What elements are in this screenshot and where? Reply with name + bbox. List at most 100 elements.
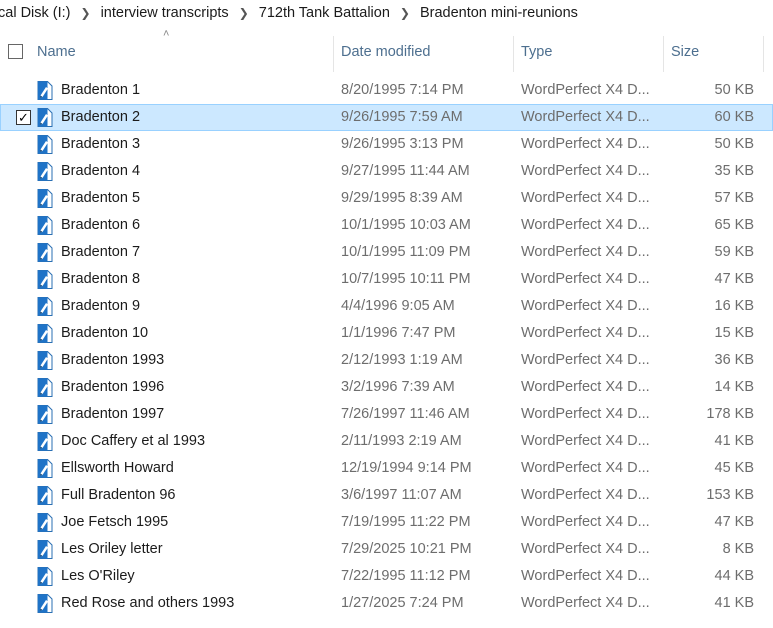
file-type: WordPerfect X4 D... (521, 406, 650, 422)
wordperfect-document-icon (37, 594, 53, 613)
file-date-modified: 3/2/1996 7:39 AM (341, 379, 455, 395)
file-date-modified: 7/29/2025 10:21 PM (341, 541, 472, 557)
file-type: WordPerfect X4 D... (521, 541, 650, 557)
file-row[interactable]: Bradenton 1 8/20/1995 7:14 PM WordPerfect … (0, 77, 773, 104)
file-size: 41 KB (714, 595, 755, 611)
file-row[interactable]: Bradenton 5 9/29/1995 8:39 AM WordPerfect … (0, 185, 773, 212)
wordperfect-document-icon (37, 351, 53, 370)
wordperfect-document-icon (37, 432, 53, 451)
breadcrumb-drive[interactable]: cal Disk (I:) (0, 5, 75, 21)
file-date-modified: 10/1/1995 11:09 PM (341, 244, 471, 260)
column-header-type[interactable]: Type (521, 30, 552, 74)
file-row[interactable]: Ellsworth Howard 12/19/1994 9:14 PM WordPe… (0, 455, 773, 482)
file-type: WordPerfect X4 D... (521, 136, 650, 152)
file-name: Bradenton 1 (61, 82, 141, 98)
column-divider[interactable] (513, 36, 514, 72)
breadcrumb-712th-tank-battalion[interactable]: 712th Tank Battalion (255, 5, 394, 21)
file-type: WordPerfect X4 D... (521, 190, 650, 206)
file-row[interactable]: ✓ Bradenton 2 9/26/1995 7:59 AM WordPerfect… (0, 104, 773, 131)
wordperfect-document-icon (37, 540, 53, 559)
file-name: Bradenton 8 (61, 271, 141, 287)
file-name: Ellsworth Howard (61, 460, 174, 476)
file-name: Red Rose and others 1993 (61, 595, 235, 611)
file-date-modified: 7/22/1995 11:12 PM (341, 568, 471, 584)
file-row[interactable]: Les O'Riley 7/22/1995 11:12 PM WordPerfect… (0, 563, 773, 590)
file-row[interactable]: Bradenton 1996 3/2/1996 7:39 AM WordPerfec… (0, 374, 773, 401)
file-row[interactable]: Bradenton 1993 2/12/1993 1:19 AM WordPerfe… (0, 347, 773, 374)
wordperfect-document-icon (37, 216, 53, 235)
chevron-right-icon[interactable]: ❯ (394, 6, 416, 20)
wordperfect-document-icon (37, 297, 53, 316)
breadcrumb-interview-transcripts[interactable]: interview transcripts (97, 5, 233, 21)
file-type: WordPerfect X4 D... (521, 595, 650, 611)
file-name: Bradenton 1996 (61, 379, 165, 395)
file-name: Les O'Riley (61, 568, 135, 584)
file-size: 65 KB (714, 217, 755, 233)
select-all-checkbox[interactable] (8, 44, 23, 59)
row-checkbox[interactable]: ✓ (16, 110, 31, 125)
file-row[interactable]: Bradenton 7 10/1/1995 11:09 PM WordPerfect… (0, 239, 773, 266)
file-name: Bradenton 10 (61, 325, 149, 341)
file-name: Bradenton 6 (61, 217, 141, 233)
file-list: Bradenton 1 8/20/1995 7:14 PM WordPerfect … (0, 77, 773, 617)
file-size: 50 KB (714, 82, 755, 98)
file-name: Bradenton 5 (61, 190, 141, 206)
file-date-modified: 10/7/1995 10:11 PM (341, 271, 471, 287)
file-row[interactable]: Bradenton 4 9/27/1995 11:44 AM WordPerfect… (0, 158, 773, 185)
file-row[interactable]: Les Oriley letter 7/29/2025 10:21 PM WordP… (0, 536, 773, 563)
file-name: Bradenton 1997 (61, 406, 165, 422)
file-row[interactable]: Bradenton 9 4/4/1996 9:05 AM WordPerfect X… (0, 293, 773, 320)
wordperfect-document-icon (37, 378, 53, 397)
file-type: WordPerfect X4 D... (521, 433, 650, 449)
file-name: Bradenton 1993 (61, 352, 165, 368)
sort-up-chevron-icon: ˄ (163, 28, 170, 40)
file-type: WordPerfect X4 D... (521, 271, 650, 287)
file-date-modified: 7/19/1995 11:22 PM (341, 514, 471, 530)
file-type: WordPerfect X4 D... (521, 379, 650, 395)
file-date-modified: 9/26/1995 3:13 PM (341, 136, 464, 152)
file-row[interactable]: Red Rose and others 1993 1/27/2025 7:24 P… (0, 590, 773, 617)
file-row[interactable]: Doc Caffery et al 1993 2/11/1993 2:19 AM W… (0, 428, 773, 455)
file-name: Doc Caffery et al 1993 (61, 433, 206, 449)
file-type: WordPerfect X4 D... (521, 298, 650, 314)
wordperfect-document-icon (37, 81, 53, 100)
file-size: 60 KB (714, 109, 755, 125)
wordperfect-document-icon (37, 405, 53, 424)
breadcrumb: cal Disk (I:) ❯ interview transcripts ❯ … (0, 0, 773, 26)
file-size: 50 KB (714, 136, 755, 152)
file-row[interactable]: Bradenton 1997 7/26/1997 11:46 AM WordPerf… (0, 401, 773, 428)
file-row[interactable]: Bradenton 6 10/1/1995 10:03 AM WordPerfect… (0, 212, 773, 239)
file-row[interactable]: Bradenton 10 1/1/1996 7:47 PM WordPerfect … (0, 320, 773, 347)
file-size: 16 KB (714, 298, 755, 314)
file-size: 35 KB (714, 163, 755, 179)
column-header-name[interactable]: Name (37, 30, 76, 74)
breadcrumb-bradenton-mini-reunions[interactable]: Bradenton mini-reunions (416, 5, 582, 21)
file-size: 57 KB (714, 190, 755, 206)
file-name: Bradenton 9 (61, 298, 141, 314)
file-row[interactable]: Joe Fetsch 1995 7/19/1995 11:22 PM WordPer… (0, 509, 773, 536)
file-date-modified: 12/19/1994 9:14 PM (341, 460, 472, 476)
column-header-date-modified[interactable]: Date modified (341, 30, 430, 74)
file-size: 59 KB (714, 244, 755, 260)
file-size: 178 KB (706, 406, 754, 422)
file-date-modified: 1/1/1996 7:47 PM (341, 325, 456, 341)
column-header-size[interactable]: Size (671, 30, 699, 74)
file-type: WordPerfect X4 D... (521, 163, 650, 179)
file-type: WordPerfect X4 D... (521, 325, 650, 341)
column-divider[interactable] (333, 36, 334, 72)
chevron-right-icon[interactable]: ❯ (233, 6, 255, 20)
chevron-right-icon[interactable]: ❯ (75, 6, 97, 20)
file-row[interactable]: Full Bradenton 96 3/6/1997 11:07 AM WordPe… (0, 482, 773, 509)
file-row[interactable]: Bradenton 8 10/7/1995 10:11 PM WordPerfect… (0, 266, 773, 293)
file-row[interactable]: Bradenton 3 9/26/1995 3:13 PM WordPerfect … (0, 131, 773, 158)
file-name: Full Bradenton 96 (61, 487, 176, 503)
file-date-modified: 2/12/1993 1:19 AM (341, 352, 463, 368)
file-name: Bradenton 2 (61, 109, 141, 125)
file-type: WordPerfect X4 D... (521, 217, 650, 233)
file-date-modified: 9/29/1995 8:39 AM (341, 190, 463, 206)
column-divider[interactable] (663, 36, 664, 72)
column-divider[interactable] (763, 36, 764, 72)
file-type: WordPerfect X4 D... (521, 460, 650, 476)
file-date-modified: 9/26/1995 7:59 AM (341, 109, 463, 125)
file-type: WordPerfect X4 D... (521, 82, 650, 98)
